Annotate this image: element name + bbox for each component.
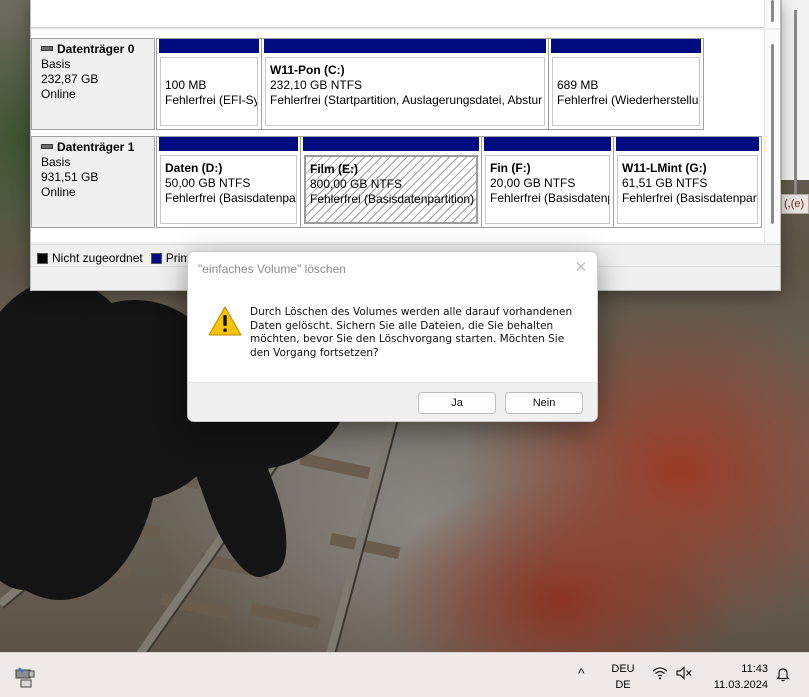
primary-partition-bar	[484, 137, 611, 151]
language-indicator[interactable]: DEU DE	[610, 661, 636, 693]
partition-size: 800,00 GB NTFS	[310, 177, 403, 191]
speaker-muted-icon[interactable]	[676, 666, 692, 680]
close-icon[interactable]: ✕	[571, 258, 591, 278]
disk-label-1[interactable]: Datenträger 1 Basis 931,51 GB Online	[31, 136, 155, 228]
partition-size: 232,10 GB NTFS	[270, 78, 363, 92]
disk-1-partitions: Daten (D:) 50,00 GB NTFS Fehlerfrei (Bas…	[156, 136, 762, 228]
partition-status: Fehlerfrei (Basisdatenpartition)	[310, 192, 475, 206]
volume-list[interactable]	[31, 0, 780, 28]
partition-status: Fehlerfrei (Wiederherstellu	[557, 93, 699, 107]
bell-icon[interactable]	[776, 666, 790, 682]
time: 11:43	[741, 663, 768, 675]
usb-eject-icon[interactable]	[13, 666, 37, 688]
language-bottom: DE	[615, 679, 631, 691]
background-window-edge	[781, 0, 809, 200]
date: 11.03.2024	[713, 679, 768, 691]
partition-title: W11-LMint (G:)	[622, 161, 707, 175]
clock[interactable]: 11:43 11.03.2024	[704, 661, 768, 693]
partition-title: W11-Pon (C:)	[270, 63, 345, 77]
yes-button[interactable]: Ja	[418, 392, 496, 414]
legend-swatch-unallocated	[37, 252, 48, 264]
partition-size: 100 MB	[165, 78, 207, 92]
disk-status: Online	[41, 87, 76, 101]
partition-g[interactable]: W11-LMint (G:) 61,51 GB NTFS Fehlerfrei …	[614, 137, 761, 227]
partition-c[interactable]: W11-Pon (C:) 232,10 GB NTFS Fehlerfrei (…	[262, 39, 549, 129]
partition-recovery[interactable]: 689 MB Fehlerfrei (Wiederherstellu	[549, 39, 703, 129]
disk-type: Basis	[41, 155, 71, 169]
dialog-message: Durch Löschen des Volumes werden alle da…	[250, 306, 573, 359]
wifi-icon[interactable]	[652, 666, 668, 680]
disk-icon	[41, 144, 53, 149]
disk-management-window: Datenträger 0 Basis 232,87 GB Online 100…	[30, 0, 781, 291]
primary-partition-bar	[159, 39, 259, 53]
legend-unallocated: Nicht zugeordnet	[37, 250, 143, 266]
chevron-up-icon[interactable]: ^	[578, 665, 585, 681]
disk-graphical-view: Datenträger 0 Basis 232,87 GB Online 100…	[31, 30, 764, 272]
disk-size: 232,87 GB	[41, 72, 99, 86]
partition-status: Fehlerfrei (Basisdatenp	[490, 191, 610, 205]
dialog-titlebar[interactable]: "einfaches Volume" löschen ✕	[188, 252, 597, 284]
partition-efi[interactable]: 100 MB Fehlerfrei (EFI-Sys	[157, 39, 262, 129]
partition-size: 50,00 GB NTFS	[165, 176, 251, 190]
partition-e-selected[interactable]: Film (E:) 800,00 GB NTFS Fehlerfrei (Bas…	[301, 137, 482, 227]
taskbar: ^ DEU DE 11:43 11.03.2024	[0, 652, 809, 697]
disk-0-partitions: 100 MB Fehlerfrei (EFI-Sys W11-Pon (C:) …	[156, 38, 704, 130]
disk-status: Online	[41, 185, 76, 199]
partition-size: 61,51 GB NTFS	[622, 176, 708, 190]
primary-partition-bar	[551, 39, 701, 53]
disk-type: Basis	[41, 57, 71, 71]
dialog-footer: Ja Nein	[188, 382, 597, 421]
partition-size: 20,00 GB NTFS	[490, 176, 576, 190]
disk-label-0[interactable]: Datenträger 0 Basis 232,87 GB Online	[31, 38, 155, 130]
dialog-body: Durch Löschen des Volumes werden alle da…	[188, 284, 597, 382]
partition-title: Daten (D:)	[165, 161, 223, 175]
partition-status: Fehlerfrei (Basisdatenpart	[622, 191, 758, 205]
partition-status: Fehlerfrei (Basisdatenpar	[165, 191, 297, 205]
primary-partition-bar	[616, 137, 759, 151]
background-window-chip: (,(e)	[781, 194, 809, 214]
primary-partition-bar	[264, 39, 546, 53]
partition-title	[165, 63, 257, 78]
disk-size: 931,51 GB	[41, 170, 99, 184]
disk-name: Datenträger 1	[57, 140, 135, 154]
partition-size: 689 MB	[557, 78, 599, 92]
partition-status: Fehlerfrei (EFI-Sys	[165, 93, 258, 107]
vertical-scrollbar[interactable]	[764, 30, 780, 242]
disk-name: Datenträger 0	[57, 42, 135, 56]
no-button[interactable]: Nein	[505, 392, 583, 414]
partition-title: Film (E:)	[310, 162, 358, 176]
partition-f[interactable]: Fin (F:) 20,00 GB NTFS Fehlerfrei (Basis…	[482, 137, 614, 227]
primary-partition-bar	[159, 137, 298, 151]
partition-status: Fehlerfrei (Startpartition, Auslagerungs…	[270, 93, 543, 107]
primary-partition-bar	[303, 137, 479, 151]
language-top: DEU	[611, 663, 635, 675]
partition-d[interactable]: Daten (D:) 50,00 GB NTFS Fehlerfrei (Bas…	[157, 137, 301, 227]
partition-title	[557, 63, 699, 78]
volume-list-scrollbar[interactable]	[764, 0, 780, 28]
delete-volume-dialog: "einfaches Volume" löschen ✕ Durch Lösch…	[187, 251, 598, 422]
warning-icon	[208, 306, 242, 336]
partition-title: Fin (F:)	[490, 161, 531, 175]
dialog-title: "einfaches Volume" löschen	[198, 262, 346, 276]
legend-swatch-primary	[150, 252, 162, 264]
disk-icon	[41, 46, 53, 51]
